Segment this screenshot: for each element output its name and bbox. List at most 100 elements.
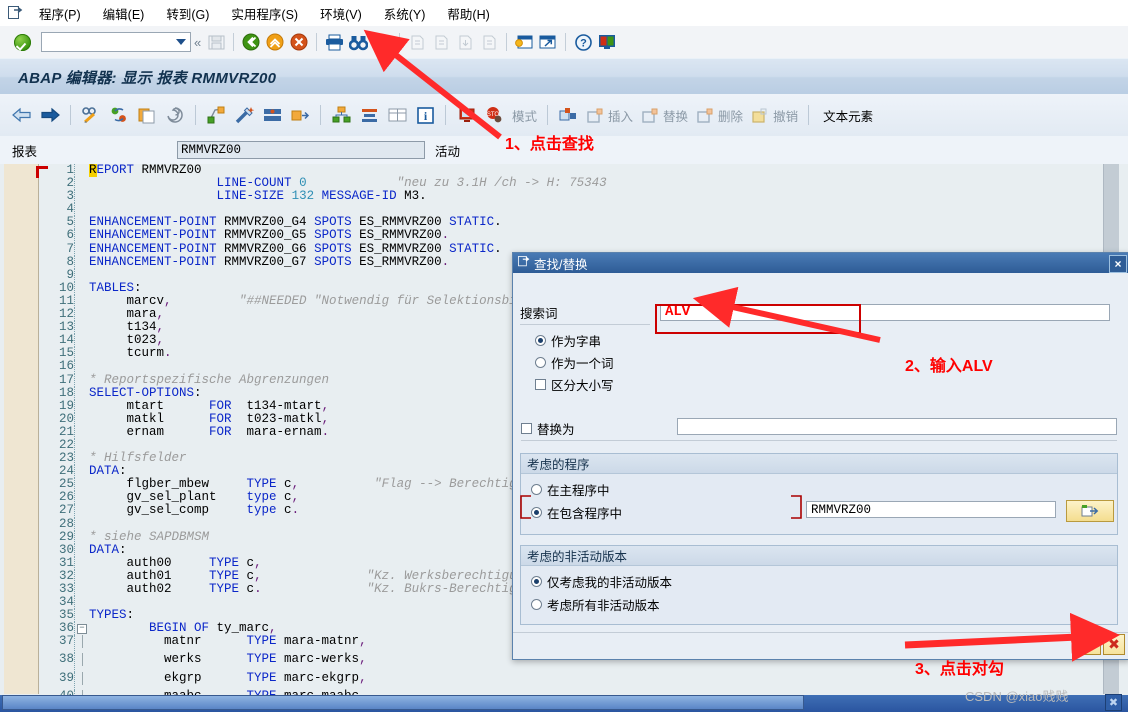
replace-with-checkbox[interactable]	[521, 423, 532, 434]
line-number: 19	[38, 399, 75, 413]
compress-icon[interactable]	[357, 103, 381, 127]
search-term-input[interactable]: ALV	[660, 303, 1110, 321]
undo-button[interactable]: 撤销	[751, 106, 798, 125]
replace-with-option[interactable]: 替换为	[521, 419, 575, 438]
case-sensitive-checkbox[interactable]	[535, 379, 546, 390]
hscrollbar-thumb[interactable]	[2, 695, 804, 710]
search-term-label: 搜索词	[520, 306, 558, 321]
mode-button[interactable]: 模式	[512, 106, 537, 125]
dialog-title-text: 查找/替换	[534, 257, 588, 272]
in-main-program-option[interactable]: 在主程序中	[531, 480, 610, 499]
save-icon[interactable]	[205, 31, 227, 53]
menu-item-edit[interactable]: 编辑(E)	[92, 2, 156, 25]
menu-item-utilities[interactable]: 实用程序(S)	[220, 2, 309, 25]
copy-icon[interactable]	[135, 103, 159, 127]
display-change-icon[interactable]	[79, 103, 103, 127]
all-inactive-versions-option[interactable]: 考虑所有非活动版本	[531, 595, 660, 614]
back-arrow-icon[interactable]	[10, 103, 34, 127]
line-number: 30	[38, 543, 75, 557]
in-main-program-radio[interactable]	[531, 484, 542, 495]
line-number: 17	[38, 373, 75, 387]
command-field[interactable]	[41, 32, 191, 52]
chevron-down-icon[interactable]	[176, 39, 186, 45]
cancel-red-icon[interactable]	[288, 31, 310, 53]
delete-button[interactable]: 删除	[696, 106, 743, 125]
code-horizontal-scrollbar[interactable]: ✖	[0, 694, 1128, 712]
menu-item-environment[interactable]: 环境(V)	[309, 2, 373, 25]
wizard-icon[interactable]	[232, 103, 256, 127]
object-list-icon[interactable]	[329, 103, 353, 127]
inactive-version-group: 考虑的非活动版本 仅考虑我的非活动版本 考虑所有非活动版本	[520, 545, 1118, 625]
all-inactive-versions-radio[interactable]	[531, 599, 542, 610]
replace-with-input[interactable]	[677, 418, 1117, 435]
enter-ok-icon[interactable]	[14, 33, 31, 51]
fold-marker[interactable]: −	[75, 622, 90, 635]
fold-marker	[75, 426, 90, 439]
case-sensitive-option[interactable]: 区分大小写	[535, 375, 614, 394]
refresh-icon[interactable]	[107, 103, 131, 127]
fold-marker	[75, 635, 90, 653]
toolbar-separator	[195, 105, 196, 125]
menu-label: 编辑(E)	[102, 7, 145, 22]
stop-icon[interactable]: STO	[482, 103, 506, 127]
block-icon[interactable]	[556, 103, 580, 127]
cancel-button[interactable]: ✖	[1103, 634, 1125, 655]
where-used-icon[interactable]	[288, 103, 312, 127]
annotation-step-1: 1、点击查找	[505, 136, 594, 153]
find-next-icon[interactable]	[371, 31, 393, 53]
customize-layout-icon[interactable]	[596, 31, 618, 53]
pretty-printer-icon[interactable]	[204, 103, 228, 127]
text-elements-button[interactable]: 文本元素	[823, 106, 873, 125]
menu-label: 程序(P)	[39, 7, 81, 22]
fold-marker	[75, 295, 90, 308]
as-string-radio[interactable]	[535, 335, 546, 346]
window-menu-icon[interactable]	[2, 2, 28, 24]
line-number: 10	[38, 281, 75, 295]
fold-marker	[75, 190, 90, 203]
navigation-stack-icon[interactable]	[260, 103, 284, 127]
close-split-icon[interactable]: ✖	[1105, 694, 1122, 711]
menu-item-help[interactable]: 帮助(H)	[436, 2, 500, 25]
menu-item-system[interactable]: 系统(Y)	[373, 2, 437, 25]
fold-marker	[75, 282, 90, 295]
info-icon[interactable]: i	[413, 103, 437, 127]
chevron-left-icon[interactable]: «	[191, 35, 204, 50]
as-word-radio[interactable]	[535, 357, 546, 368]
pattern-icon[interactable]	[163, 103, 187, 127]
fold-marker	[75, 609, 90, 622]
back-green-icon[interactable]	[240, 31, 262, 53]
report-status: 活动	[435, 144, 461, 159]
annotation-step-2: 2、输入ALV	[905, 358, 993, 375]
insert-button[interactable]: 插入	[586, 106, 633, 125]
dialog-body: 搜索词 ALV 作为字串 作为一个词 区分大小写 替换为 考虑的程序 在主程序中…	[513, 273, 1128, 659]
create-shortcut-icon[interactable]	[537, 31, 559, 53]
line-number: 39	[38, 671, 75, 690]
page-title: ABAP 编辑器: 显示 报表 RMMVRZ00	[18, 69, 277, 87]
insert-block-icon	[586, 107, 604, 123]
toolbar-separator	[70, 105, 71, 125]
include-program-input[interactable]: RMMVRZ00	[806, 501, 1056, 518]
close-icon[interactable]: ×	[1109, 255, 1127, 273]
as-word-label: 作为一个词	[551, 357, 614, 371]
menu-item-program[interactable]: 程序(P)	[28, 2, 92, 25]
find-icon[interactable]	[347, 31, 369, 53]
forward-arrow-icon[interactable]	[38, 103, 62, 127]
menu-item-goto[interactable]: 转到(G)	[155, 2, 220, 25]
in-include-program-radio[interactable]	[531, 507, 542, 518]
replace-button[interactable]: 替换	[641, 106, 688, 125]
help-icon[interactable]: ?	[572, 31, 594, 53]
report-name-input[interactable]: RMMVRZ00	[177, 141, 425, 159]
exit-up-icon[interactable]	[264, 31, 286, 53]
print-icon[interactable]	[323, 31, 345, 53]
my-inactive-versions-radio[interactable]	[531, 576, 542, 587]
as-string-option[interactable]: 作为字串	[535, 331, 601, 350]
check-icon[interactable]	[454, 103, 478, 127]
line-number: 27	[38, 504, 75, 518]
in-include-program-option[interactable]: 在包含程序中	[531, 503, 622, 522]
my-inactive-versions-option[interactable]: 仅考虑我的非活动版本	[531, 572, 672, 591]
new-session-icon[interactable]	[513, 31, 535, 53]
as-word-option[interactable]: 作为一个词	[535, 353, 614, 372]
line-number: 7	[38, 242, 75, 256]
ok-button[interactable]: ✔	[1079, 634, 1101, 655]
open-object-button[interactable]	[1066, 500, 1114, 522]
